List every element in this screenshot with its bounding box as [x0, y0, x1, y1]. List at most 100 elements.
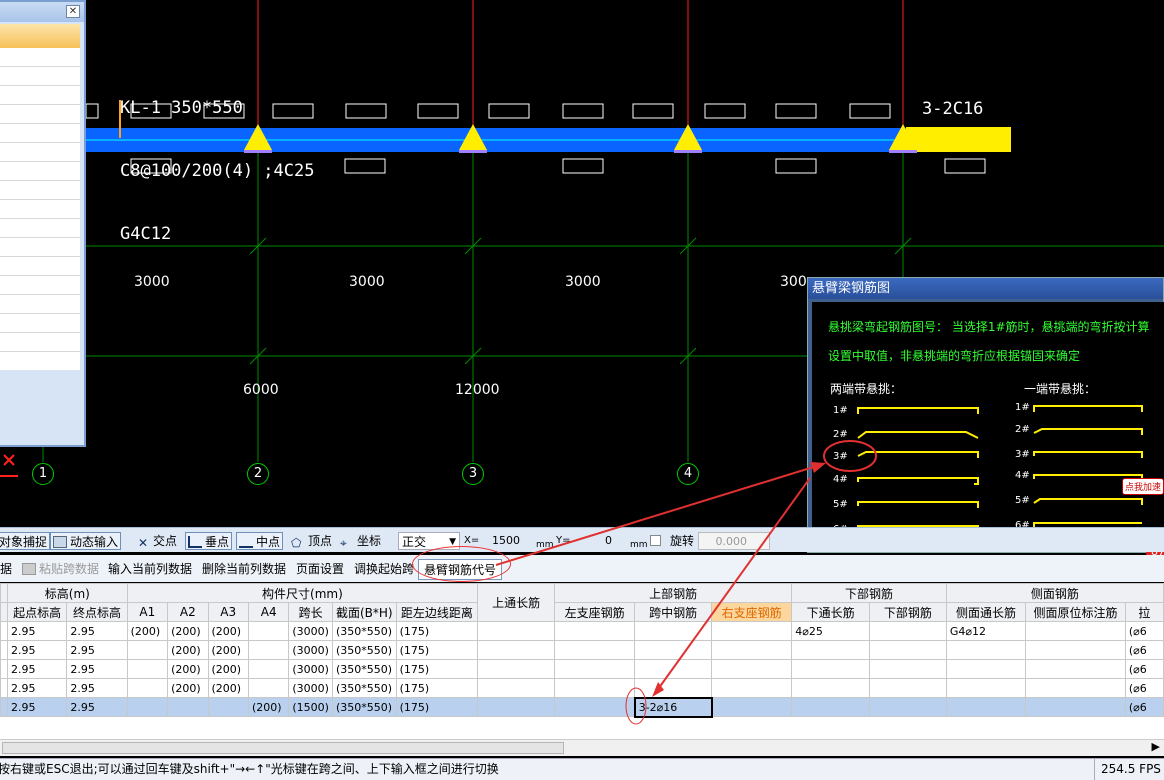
table-cell[interactable]: (1500)	[288, 697, 333, 717]
table-cell[interactable]: (200)	[207, 640, 249, 660]
table-cell[interactable]: (350*550)	[331, 640, 397, 660]
column-header[interactable]: 拉	[1124, 602, 1164, 622]
table-cell[interactable]	[477, 621, 556, 641]
table-cell[interactable]: (350*550)	[331, 621, 397, 641]
scrollbar-thumb[interactable]	[2, 742, 564, 754]
table-cell[interactable]	[711, 659, 793, 679]
table-cell[interactable]	[711, 678, 793, 698]
table-cell[interactable]	[167, 697, 209, 717]
page-setup-button[interactable]: 页面设置	[296, 560, 344, 577]
delete-column-button[interactable]: 删除当前列数据	[202, 560, 286, 577]
table-cell[interactable]	[868, 621, 947, 641]
table-cell[interactable]: 2.95	[6, 640, 68, 660]
table-cell[interactable]	[1025, 678, 1126, 698]
table-cell[interactable]	[477, 697, 556, 717]
table-cell[interactable]: 2.95	[6, 697, 68, 717]
table-row[interactable]: 2.95 2.95 (200) (1500) (350*550) (175) 3-2⌀16 (…	[0, 696, 1164, 718]
table-cell[interactable]: (175)	[395, 697, 479, 717]
column-header[interactable]: 终点标高	[66, 602, 128, 622]
table-cell[interactable]: (⌀6	[1124, 678, 1164, 698]
table-cell[interactable]	[634, 621, 713, 641]
table-cell[interactable]	[634, 640, 713, 660]
table-cell[interactable]: (200)	[167, 621, 209, 641]
copy-data-tail[interactable]: 据	[0, 560, 12, 577]
column-header[interactable]: 右支座钢筋	[711, 602, 793, 622]
speedup-badge[interactable]: 点我加速	[1122, 478, 1164, 495]
property-list[interactable]	[0, 48, 80, 370]
table-cell[interactable]	[1025, 621, 1126, 641]
horizontal-scrollbar[interactable]: ▶	[0, 739, 1164, 756]
table-cell[interactable]: (⌀6	[1124, 621, 1164, 641]
perpendicular-button[interactable]: 垂点	[185, 532, 233, 550]
table-cell[interactable]	[945, 640, 1027, 660]
table-cell[interactable]	[126, 697, 169, 717]
table-cell[interactable]: (3000)	[288, 678, 333, 698]
cantilever-rebar-dialog[interactable]: 悬臂梁钢筋图 悬挑梁弯起钢筋图号： 当选择1#筋时，悬挑端的弯折按计算 设置中取…	[807, 277, 1164, 553]
table-cell[interactable]	[1025, 697, 1126, 717]
x-input[interactable]: 1500	[482, 532, 534, 550]
table-cell[interactable]	[207, 697, 249, 717]
dynamic-input-button[interactable]: 动态输入	[50, 532, 122, 550]
table-cell[interactable]: (200)	[167, 640, 209, 660]
table-cell[interactable]: (200)	[207, 678, 249, 698]
column-header[interactable]: 截面(B*H)	[331, 602, 397, 622]
table-cell[interactable]	[868, 659, 947, 679]
table-cell[interactable]	[126, 659, 169, 679]
table-cell[interactable]	[945, 697, 1027, 717]
table-cell[interactable]	[1025, 659, 1126, 679]
insert-column-button[interactable]: 输入当前列数据	[108, 560, 192, 577]
span-table[interactable]: 标高(m) 构件尺寸(mm) 上通长筋 上部钢筋 下部钢筋 侧面钢筋 起点标高 …	[0, 583, 1164, 739]
table-cell[interactable]	[1025, 640, 1126, 660]
table-cell[interactable]: (350*550)	[331, 697, 397, 717]
table-cell[interactable]: (⌀6	[1124, 659, 1164, 679]
table-cell[interactable]: (175)	[395, 659, 479, 679]
table-cell[interactable]	[477, 640, 556, 660]
column-header[interactable]: 侧面通长筋	[945, 602, 1027, 622]
column-header[interactable]: 下通长筋	[791, 602, 870, 622]
table-cell[interactable]: (3000)	[288, 621, 333, 641]
table-row[interactable]: 2.95 2.95 (200) (200) (3000) (350*550) (175) (⌀…	[0, 659, 1164, 679]
table-cell[interactable]	[126, 640, 169, 660]
table-cell[interactable]	[868, 697, 947, 717]
table-row[interactable]: 2.95 2.95 (200) (200) (200) (3000) (350*550) (1…	[0, 621, 1164, 641]
rotate-checkbox[interactable]	[650, 535, 661, 546]
table-cell[interactable]: (175)	[395, 640, 479, 660]
column-header[interactable]: A2	[167, 602, 209, 622]
table-cell[interactable]	[791, 659, 870, 679]
column-header[interactable]: 距左边线距离	[395, 602, 479, 622]
intersection-button[interactable]: ✕ 交点	[136, 532, 177, 550]
column-header[interactable]: 跨长	[288, 602, 333, 622]
column-header[interactable]: A1	[126, 602, 169, 622]
object-snap-button[interactable]: 对象捕捉	[0, 532, 51, 550]
table-cell[interactable]: (200)	[126, 621, 169, 641]
table-cell[interactable]: (3000)	[288, 640, 333, 660]
column-header[interactable]: 左支座钢筋	[554, 602, 636, 622]
table-cell[interactable]	[634, 678, 713, 698]
table-cell[interactable]: (200)	[207, 659, 249, 679]
table-cell[interactable]: 2.95	[66, 659, 128, 679]
table-cell[interactable]: (3000)	[288, 659, 333, 679]
table-cell[interactable]: 2.95	[66, 621, 128, 641]
table-cell[interactable]: (175)	[395, 678, 479, 698]
table-cell[interactable]	[126, 678, 169, 698]
rotate-input[interactable]: 0.000	[698, 532, 770, 550]
table-cell[interactable]: (200)	[207, 621, 249, 641]
paste-span-button[interactable]: 粘贴跨数据	[22, 560, 99, 577]
table-cell[interactable]: 2.95	[6, 678, 68, 698]
table-cell[interactable]	[247, 659, 290, 679]
vertex-button[interactable]: ⬠ 顶点	[291, 532, 332, 550]
table-cell[interactable]: 2.95	[6, 659, 68, 679]
table-cell[interactable]	[945, 678, 1027, 698]
column-header[interactable]: 侧面原位标注筋	[1025, 602, 1126, 622]
table-cell[interactable]: 3-2⌀16	[633, 696, 713, 718]
coordinate-button[interactable]: ⌖ 坐标	[340, 532, 381, 550]
table-cell[interactable]	[554, 621, 636, 641]
table-cell[interactable]	[711, 621, 793, 641]
table-cell[interactable]: (200)	[167, 678, 209, 698]
table-cell[interactable]: 2.95	[66, 640, 128, 660]
table-cell[interactable]: 4⌀25	[791, 621, 870, 641]
table-cell[interactable]: (350*550)	[331, 678, 397, 698]
table-cell[interactable]: (200)	[247, 697, 290, 717]
column-header[interactable]: 下部钢筋	[868, 602, 947, 622]
table-cell[interactable]	[247, 678, 290, 698]
